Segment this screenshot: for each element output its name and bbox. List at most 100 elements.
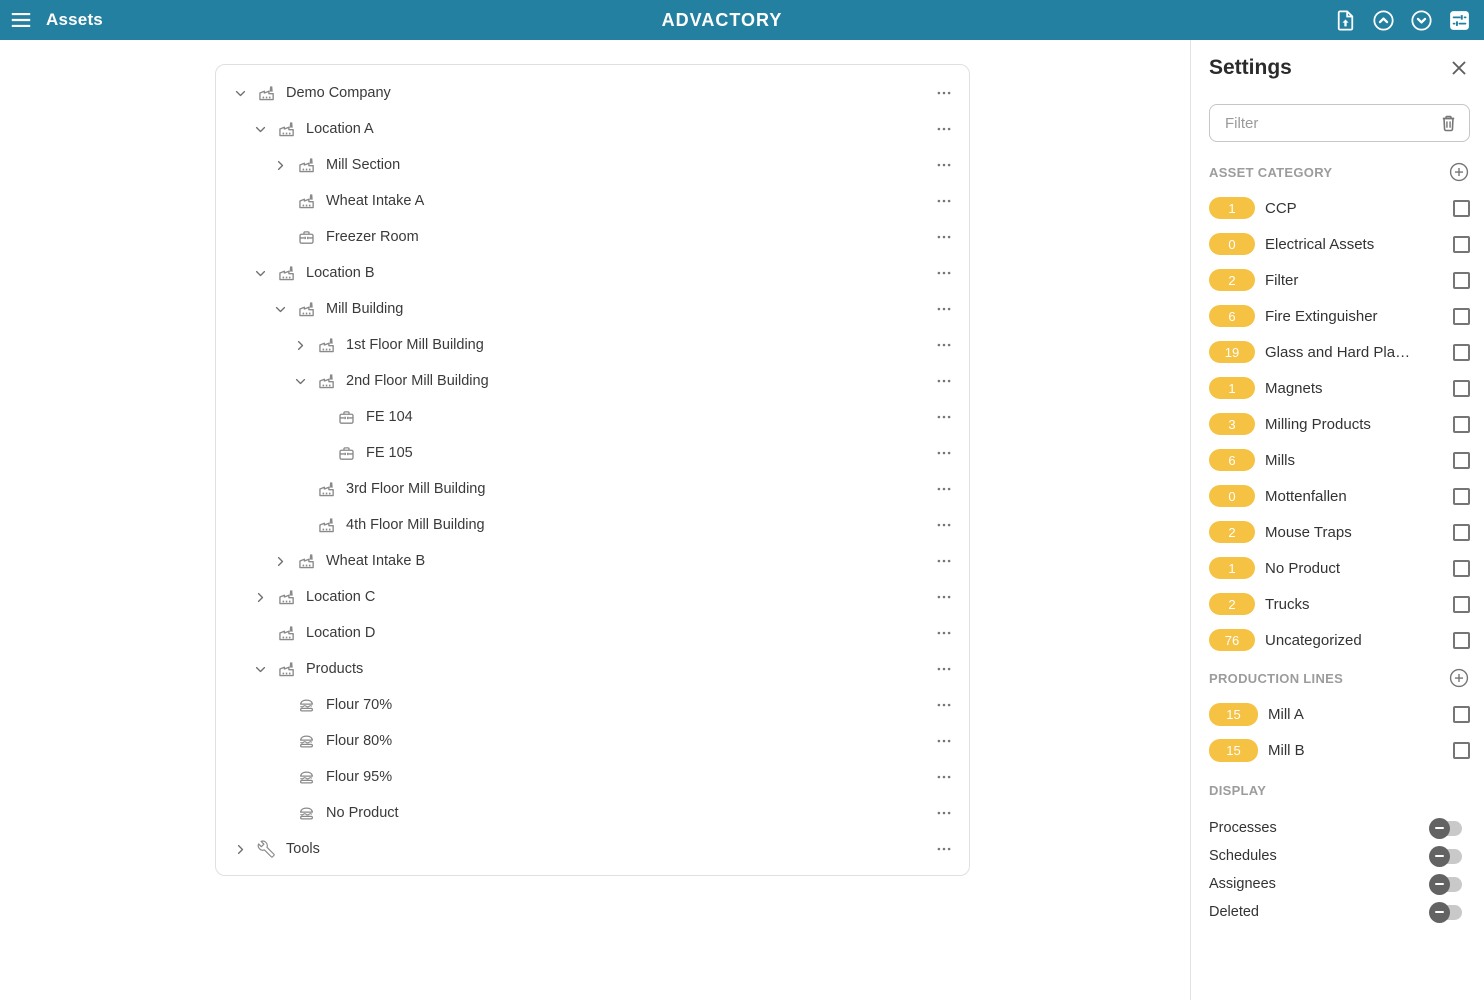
production-line-checkbox[interactable]: [1453, 706, 1470, 723]
chevron-down-icon[interactable]: [228, 81, 252, 105]
more-options-icon[interactable]: [935, 840, 953, 858]
deleted-toggle[interactable]: [1433, 905, 1462, 920]
chevron-right-icon[interactable]: [248, 585, 272, 609]
tree-row[interactable]: Freezer Room: [216, 219, 969, 255]
hamburger-menu-icon[interactable]: [8, 7, 34, 33]
tree-row[interactable]: No Product: [216, 795, 969, 831]
category-checkbox[interactable]: [1453, 272, 1470, 289]
more-options-icon[interactable]: [935, 624, 953, 642]
production-line-row[interactable]: 15 Mill B: [1209, 732, 1470, 768]
tree-row[interactable]: 4th Floor Mill Building: [216, 507, 969, 543]
category-checkbox[interactable]: [1453, 344, 1470, 361]
add-category-icon[interactable]: [1448, 161, 1470, 183]
more-options-icon[interactable]: [935, 516, 953, 534]
more-options-icon[interactable]: [935, 120, 953, 138]
more-options-icon[interactable]: [935, 696, 953, 714]
category-checkbox[interactable]: [1453, 596, 1470, 613]
more-options-icon[interactable]: [935, 300, 953, 318]
more-options-icon[interactable]: [935, 444, 953, 462]
category-checkbox[interactable]: [1453, 308, 1470, 325]
settings-panel-icon[interactable]: [1447, 8, 1472, 33]
category-row[interactable]: 0 Mottenfallen: [1209, 478, 1470, 514]
more-options-icon[interactable]: [935, 336, 953, 354]
category-row[interactable]: 6 Mills: [1209, 442, 1470, 478]
tree-row[interactable]: Wheat Intake B: [216, 543, 969, 579]
chevron-right-icon[interactable]: [268, 153, 292, 177]
chevron-down-icon[interactable]: [248, 117, 272, 141]
expand-all-circle-down-icon[interactable]: [1409, 8, 1434, 33]
add-production-line-icon[interactable]: [1448, 667, 1470, 689]
tree-row[interactable]: 3rd Floor Mill Building: [216, 471, 969, 507]
schedules-toggle[interactable]: [1433, 849, 1462, 864]
more-options-icon[interactable]: [935, 660, 953, 678]
chevron-down-icon[interactable]: [288, 369, 312, 393]
tree-row[interactable]: Flour 70%: [216, 687, 969, 723]
more-options-icon[interactable]: [935, 732, 953, 750]
more-options-icon[interactable]: [935, 264, 953, 282]
tree-row[interactable]: 2nd Floor Mill Building: [216, 363, 969, 399]
processes-toggle[interactable]: [1433, 821, 1462, 836]
tree-row[interactable]: 1st Floor Mill Building: [216, 327, 969, 363]
category-row[interactable]: 2 Trucks: [1209, 586, 1470, 622]
category-row[interactable]: 2 Filter: [1209, 262, 1470, 298]
more-options-icon[interactable]: [935, 552, 953, 570]
more-options-icon[interactable]: [935, 588, 953, 606]
category-row[interactable]: 76 Uncategorized: [1209, 622, 1470, 658]
tree-row[interactable]: Mill Section: [216, 147, 969, 183]
more-options-icon[interactable]: [935, 228, 953, 246]
more-options-icon[interactable]: [935, 480, 953, 498]
assignees-toggle[interactable]: [1433, 877, 1462, 892]
tree-row[interactable]: Location D: [216, 615, 969, 651]
more-options-icon[interactable]: [935, 84, 953, 102]
more-options-icon[interactable]: [935, 192, 953, 210]
category-checkbox[interactable]: [1453, 560, 1470, 577]
category-row[interactable]: 1 No Product: [1209, 550, 1470, 586]
more-options-icon[interactable]: [935, 408, 953, 426]
tree-row[interactable]: Products: [216, 651, 969, 687]
category-row[interactable]: 0 Electrical Assets: [1209, 226, 1470, 262]
production-line-row[interactable]: 15 Mill A: [1209, 696, 1470, 732]
tree-row[interactable]: Mill Building: [216, 291, 969, 327]
tree-row[interactable]: Location C: [216, 579, 969, 615]
chevron-right-icon[interactable]: [268, 549, 292, 573]
chevron-right-icon[interactable]: [288, 333, 312, 357]
category-checkbox[interactable]: [1453, 488, 1470, 505]
tree-row[interactable]: FE 104: [216, 399, 969, 435]
category-checkbox[interactable]: [1453, 200, 1470, 217]
tree-row[interactable]: Demo Company: [216, 75, 969, 111]
category-row[interactable]: 6 Fire Extinguisher: [1209, 298, 1470, 334]
close-icon[interactable]: [1448, 57, 1470, 79]
tree-row[interactable]: Location B: [216, 255, 969, 291]
tree-row[interactable]: Flour 80%: [216, 723, 969, 759]
tree-row[interactable]: Flour 95%: [216, 759, 969, 795]
category-checkbox[interactable]: [1453, 380, 1470, 397]
tree-row[interactable]: Location A: [216, 111, 969, 147]
more-options-icon[interactable]: [935, 804, 953, 822]
chevron-down-icon[interactable]: [248, 261, 272, 285]
chevron-right-icon[interactable]: [228, 837, 252, 861]
category-row[interactable]: 2 Mouse Traps: [1209, 514, 1470, 550]
chevron-down-icon[interactable]: [268, 297, 292, 321]
filter-input[interactable]: [1223, 114, 1438, 133]
category-row[interactable]: 1 CCP: [1209, 190, 1470, 226]
category-checkbox[interactable]: [1453, 236, 1470, 253]
collapse-all-circle-up-icon[interactable]: [1371, 8, 1396, 33]
chevron-down-icon[interactable]: [248, 657, 272, 681]
category-row[interactable]: 1 Magnets: [1209, 370, 1470, 406]
production-line-checkbox[interactable]: [1453, 742, 1470, 759]
tree-row[interactable]: Tools: [216, 831, 969, 867]
upload-file-icon[interactable]: [1333, 8, 1358, 33]
tree-row[interactable]: Wheat Intake A: [216, 183, 969, 219]
filter-field[interactable]: [1209, 104, 1470, 142]
category-row[interactable]: 19 Glass and Hard Pla…: [1209, 334, 1470, 370]
more-options-icon[interactable]: [935, 372, 953, 390]
tree-row[interactable]: FE 105: [216, 435, 969, 471]
more-options-icon[interactable]: [935, 156, 953, 174]
category-checkbox[interactable]: [1453, 524, 1470, 541]
category-row[interactable]: 3 Milling Products: [1209, 406, 1470, 442]
category-checkbox[interactable]: [1453, 416, 1470, 433]
trash-icon[interactable]: [1438, 113, 1459, 134]
category-checkbox[interactable]: [1453, 452, 1470, 469]
more-options-icon[interactable]: [935, 768, 953, 786]
category-checkbox[interactable]: [1453, 632, 1470, 649]
